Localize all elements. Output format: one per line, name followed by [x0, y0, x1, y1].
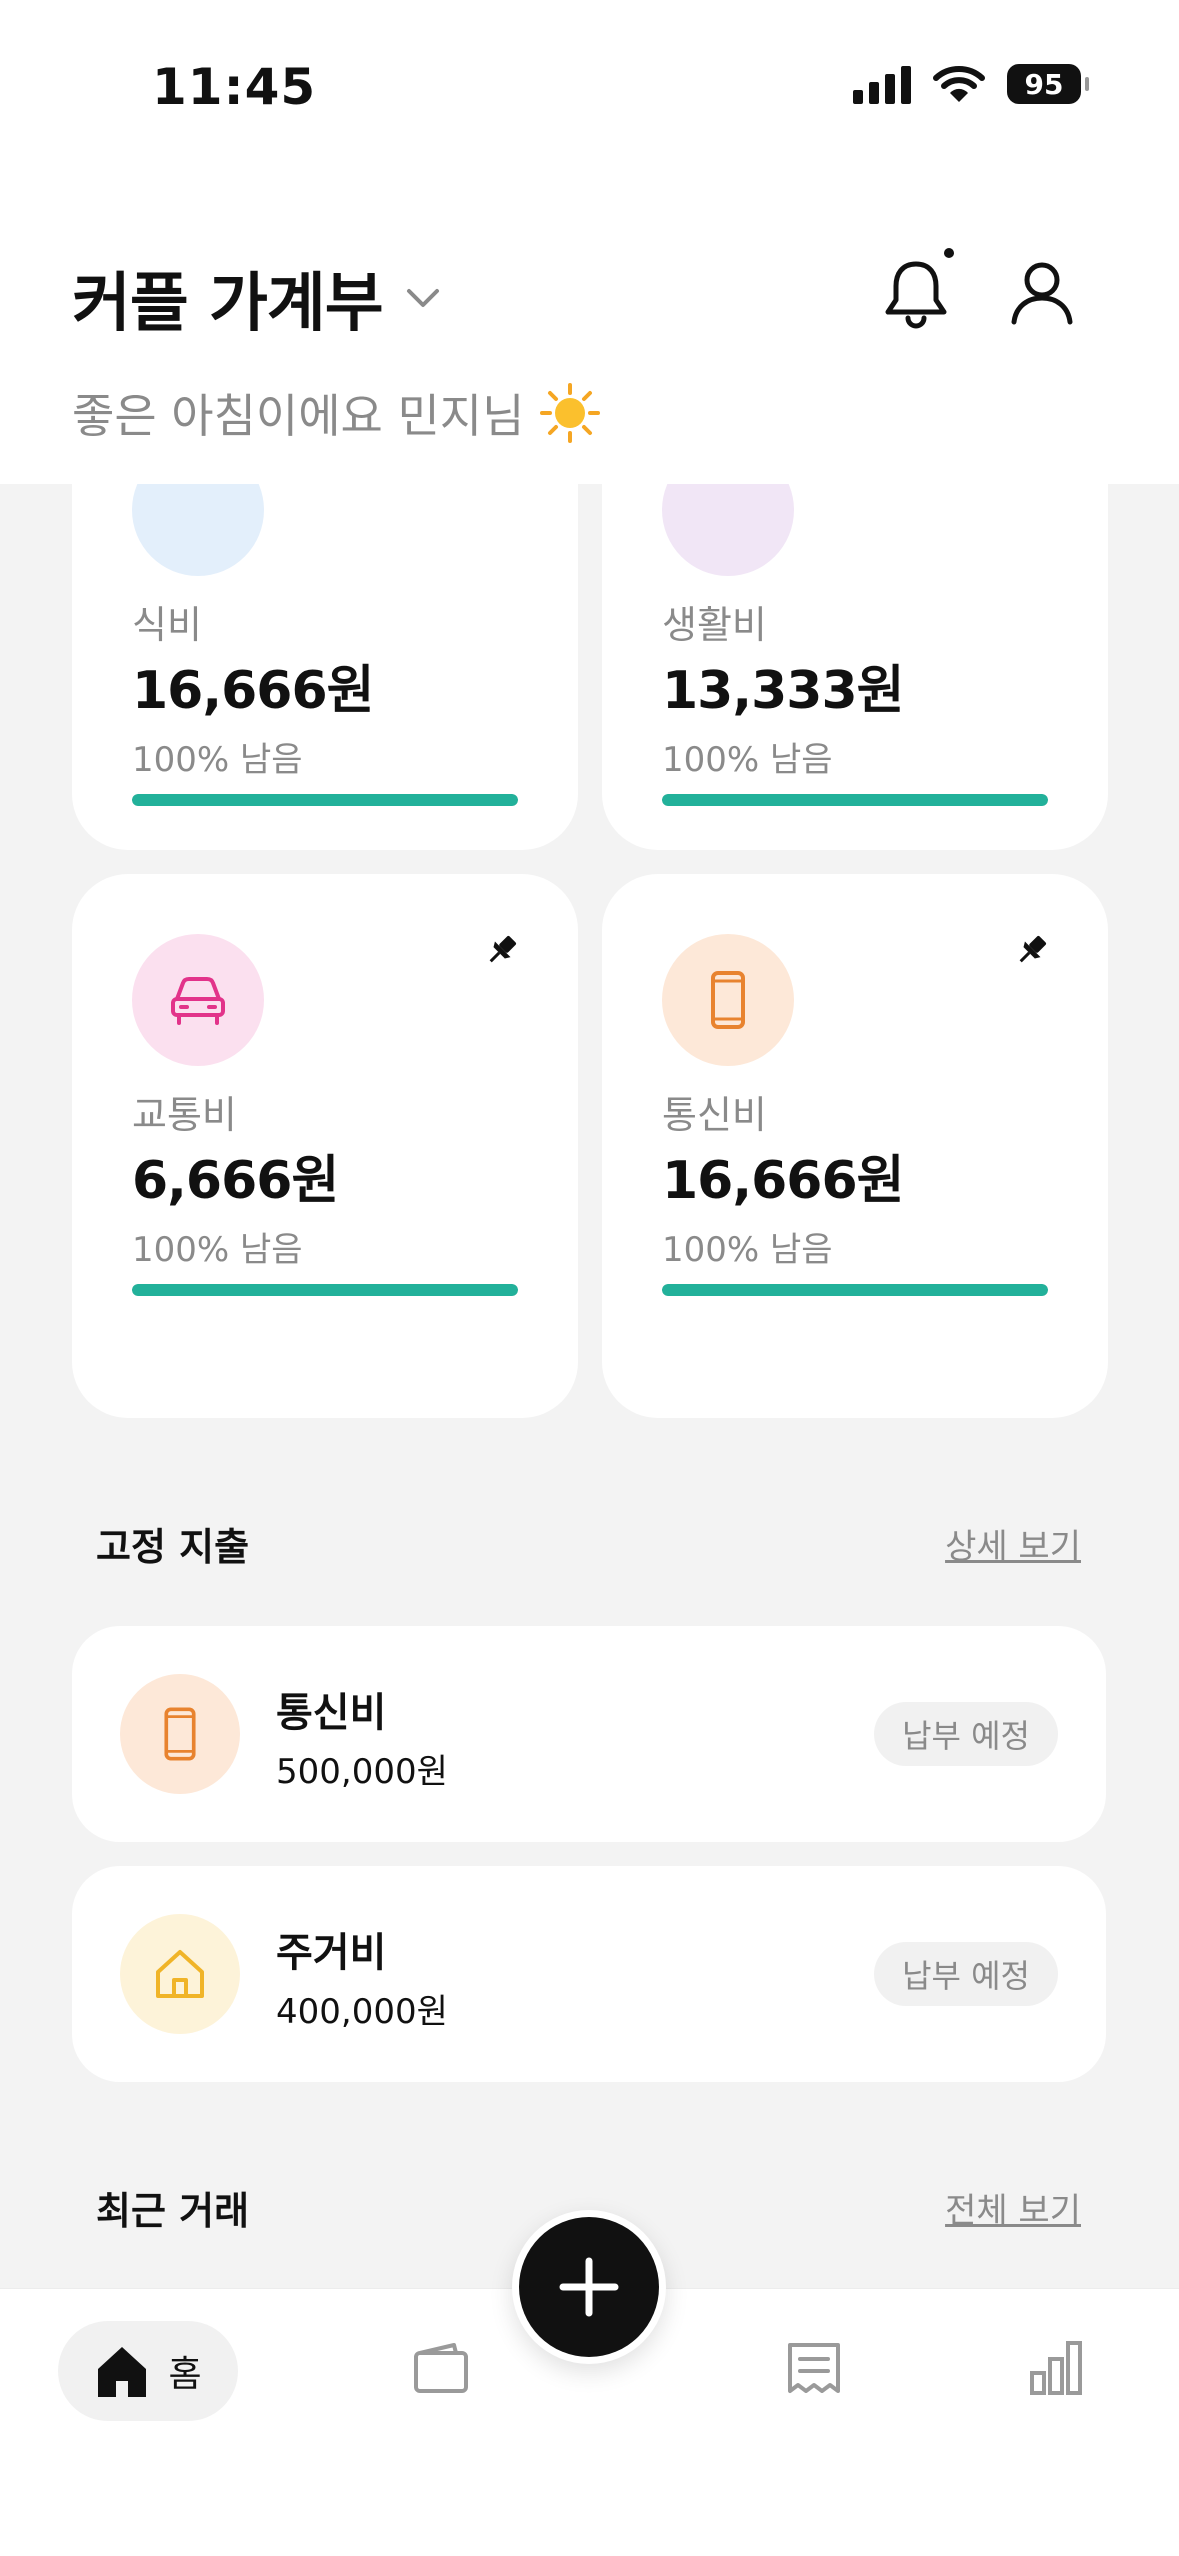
header: 11:45 95 커플 가계부 좋은 아침이에요 민지님: [0, 0, 1179, 484]
notification-dot: [942, 246, 956, 260]
signal-icon: [853, 64, 911, 104]
fixed-expense-item[interactable]: 주거비 400,000원 납부 예정: [72, 1866, 1106, 2082]
progress-bar: [132, 1284, 518, 1296]
nav-stats[interactable]: [1028, 2339, 1084, 2401]
progress-bar: [662, 1284, 1048, 1296]
status-badge: 납부 예정: [874, 1942, 1058, 2006]
card-remaining: 100% 남음: [132, 740, 303, 780]
chart-bar-icon: [1030, 2341, 1082, 2395]
fixed-expense-name: 통신비: [276, 1690, 387, 1736]
fixed-expense-item[interactable]: 통신비 500,000원 납부 예정: [72, 1626, 1106, 1842]
couple-selector[interactable]: 커플 가계부: [72, 252, 443, 344]
greeting: 좋은 아침이에요 민지님: [72, 380, 601, 446]
fixed-expense-name: 주거비: [276, 1930, 387, 1976]
home-icon: [98, 2347, 147, 2397]
page-title: 커플 가계부: [72, 267, 384, 341]
progress-fill: [662, 1284, 1048, 1296]
card-remaining: 100% 남음: [662, 740, 833, 780]
fixed-expenses-header: 고정 지출 상세 보기: [96, 1516, 1081, 1571]
nav-wallet[interactable]: [412, 2339, 470, 2401]
budget-card-food[interactable]: 식비 16,666원 100% 남음: [72, 484, 578, 850]
fixed-details-link[interactable]: 상세 보기: [945, 1519, 1081, 1568]
card-remaining: 100% 남음: [662, 1230, 833, 1270]
food-icon: [132, 484, 264, 576]
card-remaining: 100% 남음: [132, 1230, 303, 1270]
profile-icon: [1011, 262, 1073, 325]
card-amount: 6,666원: [132, 1151, 339, 1211]
section-title: 최근 거래: [96, 2189, 250, 2233]
content-scroll[interactable]: 식비 16,666원 100% 남음 생활비 13,333원 100% 남음 교…: [0, 484, 1179, 2288]
notification-button[interactable]: [876, 246, 956, 336]
wallet-icon: [414, 2343, 468, 2393]
budget-card-telecom[interactable]: 통신비 16,666원 100% 남음: [602, 874, 1108, 1418]
fixed-expense-amount: 400,000원: [276, 1992, 448, 2032]
budget-card-transport[interactable]: 교통비 6,666원 100% 남음: [72, 874, 578, 1418]
receipt-icon: [788, 2343, 840, 2393]
progress-bar: [132, 794, 518, 806]
nav-receipt[interactable]: [784, 2339, 844, 2401]
progress-fill: [132, 794, 518, 806]
view-all-link[interactable]: 전체 보기: [945, 2183, 1081, 2232]
add-transaction-button[interactable]: [512, 2210, 666, 2364]
nav-home[interactable]: 홈: [58, 2321, 238, 2421]
card-amount: 16,666원: [132, 661, 375, 721]
card-name: 교통비: [132, 1093, 237, 1137]
profile-button[interactable]: [1002, 252, 1082, 336]
section-title: 고정 지출: [96, 1525, 250, 1569]
wifi-icon: [933, 66, 985, 102]
nav-home-label: 홈: [168, 2354, 202, 2395]
progress-bar: [662, 794, 1048, 806]
chevron-down-icon: [406, 289, 439, 307]
fixed-expense-amount: 500,000원: [276, 1752, 448, 1792]
fab-inner: [519, 2217, 659, 2357]
progress-fill: [132, 1284, 518, 1296]
status-icons: 95: [853, 64, 1089, 104]
living-icon: [662, 484, 794, 576]
greeting-text: 좋은 아침이에요 민지님: [72, 389, 525, 443]
phone-icon: [120, 1674, 240, 1794]
card-amount: 16,666원: [662, 1151, 905, 1211]
progress-fill: [662, 794, 1048, 806]
battery-icon: 95: [1007, 64, 1089, 104]
status-time: 11:45: [152, 58, 317, 116]
status-badge: 납부 예정: [874, 1702, 1058, 1766]
sun-icon: [540, 383, 601, 443]
phone-icon: [662, 934, 794, 1066]
card-name: 식비: [132, 603, 202, 647]
pin-icon[interactable]: [1014, 932, 1050, 972]
card-amount: 13,333원: [662, 661, 905, 721]
card-name: 생활비: [662, 603, 767, 647]
bell-icon: [885, 261, 947, 329]
pin-icon[interactable]: [484, 932, 520, 972]
card-name: 통신비: [662, 1093, 767, 1137]
plus-icon: [559, 2257, 619, 2317]
house-icon: [120, 1914, 240, 2034]
budget-card-living[interactable]: 생활비 13,333원 100% 남음: [602, 484, 1108, 850]
car-icon: [132, 934, 264, 1066]
